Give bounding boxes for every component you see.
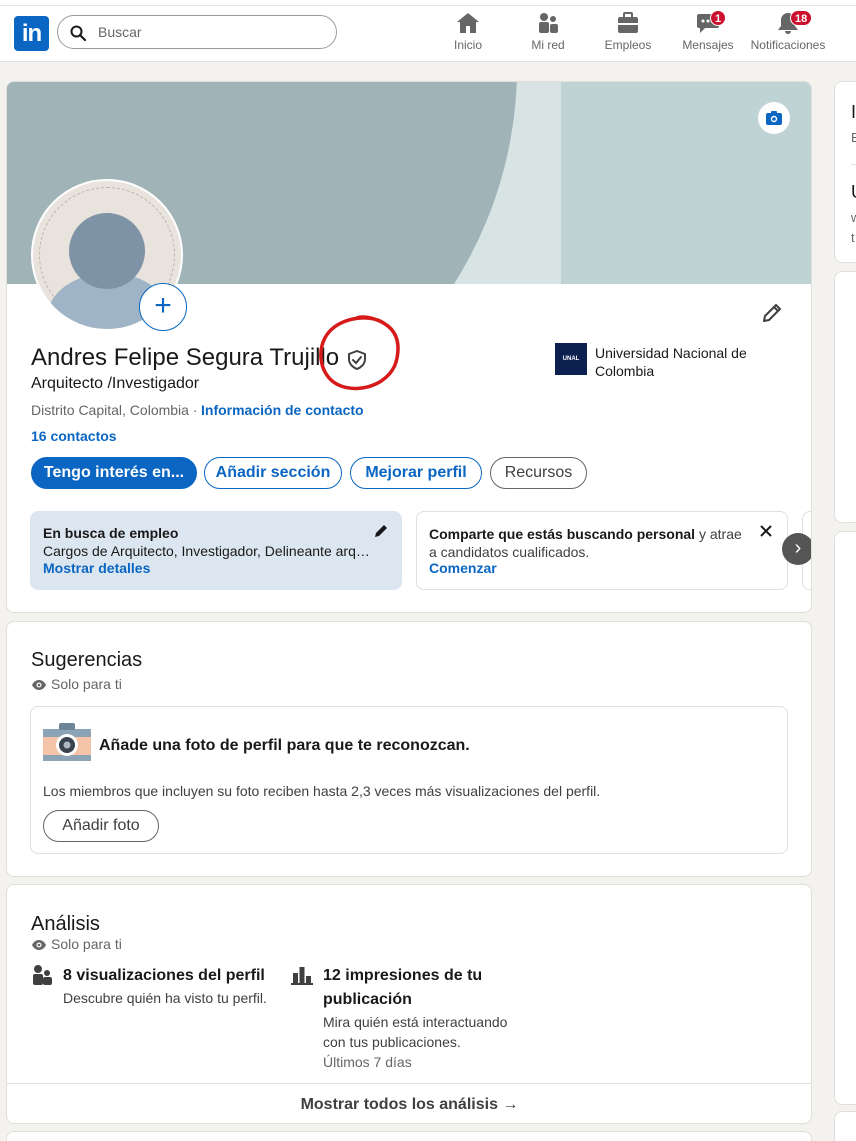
nav-jobs[interactable]: Empleos [588, 12, 668, 52]
briefcase-icon [618, 12, 638, 33]
add-photo-desc: Los miembros que incluyen su foto recibe… [43, 783, 601, 799]
location-text: Distrito Capital, Colombia [31, 402, 189, 418]
open-to-button[interactable]: Tengo interés en... [31, 457, 197, 489]
people-icon [33, 965, 52, 985]
eye-icon [32, 940, 46, 950]
home-icon [457, 13, 479, 33]
eye-icon [32, 680, 46, 690]
profile-name: Andres Felipe Segura Trujillo [31, 344, 340, 371]
university-logo[interactable]: UNAL [555, 343, 587, 375]
edit-pencil-icon[interactable] [373, 523, 389, 539]
analytics-title: Análisis [31, 913, 100, 935]
right-rail-card-2[interactable] [834, 271, 856, 523]
nav-home-label: Inicio [453, 38, 482, 52]
top-nav: in Inicio Mi red Empleos Mensajes 1 Noti… [0, 0, 856, 62]
close-icon[interactable] [759, 524, 773, 538]
nav-jobs-label: Empleos [604, 38, 652, 52]
notifications-badge: 18 [790, 10, 813, 26]
open-to-work-card[interactable]: En busca de empleo Cargos de Arquitecto,… [30, 511, 402, 590]
suggestions-title: Sugerencias [31, 649, 143, 671]
add-photo-button[interactable]: + [139, 283, 187, 331]
impressions-title-line1: 12 impresiones de tu [323, 967, 483, 984]
profile-views-title: 8 visualizaciones del perfil [63, 967, 265, 984]
next-section-card [6, 1131, 812, 1141]
people-icon [539, 13, 558, 33]
avatar-head [69, 213, 145, 289]
right-rail-text-2: E [851, 130, 856, 145]
profile-views-desc: Descubre quién ha visto tu perfil. [63, 990, 267, 1006]
hiring-text: Comparte que estás buscando personal y a… [429, 525, 749, 561]
search-box[interactable] [57, 15, 337, 49]
messages-badge: 1 [710, 10, 727, 26]
right-rail-text-3: U [851, 182, 856, 203]
add-section-button[interactable]: Añadir sección [204, 457, 342, 489]
impressions-period: Últimos 7 días [323, 1054, 412, 1070]
bar-chart-icon [291, 967, 313, 985]
right-rail-card-4[interactable] [834, 1111, 856, 1141]
suggestions-private-text: Solo para ti [51, 676, 122, 692]
nav-divider [0, 5, 856, 6]
enhance-profile-button[interactable]: Mejorar perfil [350, 457, 482, 489]
right-rail-card-1[interactable]: I E U w t [834, 81, 856, 263]
right-rail-text-4: w [851, 210, 856, 225]
camera-icon [766, 111, 782, 125]
show-details-link[interactable]: Mostrar detalles [43, 560, 150, 576]
contact-info-link[interactable]: Información de contacto [201, 402, 364, 418]
nav-messages-label: Mensajes [682, 38, 734, 52]
analytics-private-text: Solo para ti [51, 936, 122, 952]
analytics-card: Análisis Solo para ti 8 visualizaciones … [6, 884, 812, 1124]
nav-network[interactable]: Mi red [508, 12, 588, 52]
location-separator: · [192, 402, 198, 418]
analytics-private: Solo para ti [31, 936, 122, 952]
hiring-text-bold: Comparte que estás buscando personal [429, 526, 696, 542]
nav-messages[interactable]: Mensajes 1 [668, 10, 748, 52]
connections-link[interactable]: 16 contactos [31, 428, 117, 444]
search-icon [70, 25, 86, 41]
add-photo-action-button[interactable]: Añadir foto [43, 810, 159, 842]
linkedin-logo-icon[interactable]: in [14, 16, 49, 51]
open-to-work-title: En busca de empleo [43, 525, 179, 541]
plus-icon: + [154, 289, 172, 322]
add-photo-suggestion: Añade una foto de perfil para que te rec… [30, 706, 788, 854]
right-rail-divider [851, 164, 856, 165]
university-name[interactable]: Universidad Nacional de Colombia [595, 344, 775, 380]
get-started-link[interactable]: Comenzar [429, 560, 497, 576]
right-rail-text-1: I [851, 102, 856, 122]
nav-notifications[interactable]: Notificaciones 18 [748, 10, 828, 52]
profile-card: + Andres Felipe Segura Trujillo Arquitec… [6, 81, 812, 613]
nav-notifications-label: Notificaciones [750, 38, 826, 52]
hiring-card[interactable]: Comparte que estás buscando personal y a… [416, 511, 788, 590]
impressions-title-line2: publicación [323, 991, 412, 1008]
camera-illustration-icon [43, 723, 91, 761]
right-rail-card-3[interactable] [834, 531, 856, 1105]
show-all-analytics-button[interactable]: Mostrar todos los análisis → [7, 1083, 811, 1123]
nav-network-label: Mi red [531, 38, 565, 52]
annotation-red-circle [319, 315, 400, 391]
impressions-desc-line2: con tus publicaciones. [323, 1034, 461, 1050]
right-rail-text-5: t [851, 230, 855, 245]
suggestions-private: Solo para ti [31, 676, 122, 692]
resources-button[interactable]: Recursos [490, 457, 587, 489]
search-input[interactable] [98, 22, 318, 42]
impressions-desc-line1: Mira quién está interactuando [323, 1014, 508, 1030]
profile-headline: Arquitecto /Investigador [31, 375, 200, 392]
profile-views-item[interactable]: 8 visualizaciones del perfil Descubre qu… [63, 964, 267, 1008]
edit-profile-pencil-icon[interactable] [761, 302, 783, 324]
open-to-work-desc: Cargos de Arquitecto, Investigador, Deli… [43, 543, 373, 559]
carousel-next-button[interactable]: › [782, 533, 811, 565]
profile-location: Distrito Capital, Colombia · [31, 402, 198, 418]
suggestions-card: Sugerencias Solo para ti Añade una foto … [6, 621, 812, 877]
edit-banner-button[interactable] [758, 102, 790, 134]
chevron-right-icon: › [794, 537, 802, 559]
post-impressions-item[interactable]: 12 impresiones de tu publicación Mira qu… [323, 964, 507, 1072]
nav-home[interactable]: Inicio [428, 12, 508, 52]
add-photo-title: Añade una foto de perfil para que te rec… [99, 737, 470, 754]
